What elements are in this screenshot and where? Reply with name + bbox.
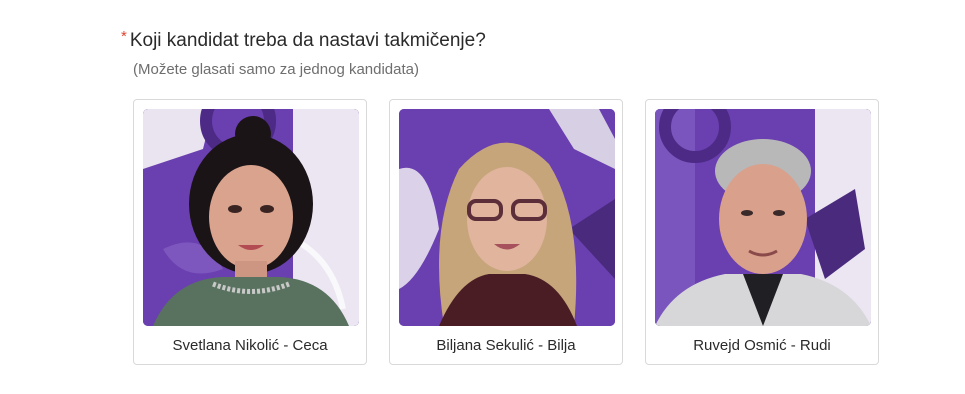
candidate-photo xyxy=(399,109,615,326)
candidate-option-ceca[interactable]: Svetlana Nikolić - Ceca xyxy=(133,99,367,365)
question-hint: (Možete glasati samo za jednog kandidata… xyxy=(133,61,419,78)
candidate-options: Svetlana Nikolić - Ceca Biljana Sekulić … xyxy=(133,99,879,365)
question-text: Koji kandidat treba da nastavi takmičenj… xyxy=(129,30,486,51)
candidate-option-rudi[interactable]: Ruvejd Osmić - Rudi xyxy=(645,99,879,365)
candidate-photo-image xyxy=(655,109,871,326)
question-row: * Koji kandidat treba da nastavi takmiče… xyxy=(121,28,486,54)
candidate-option-bilja[interactable]: Biljana Sekulić - Bilja xyxy=(389,99,623,365)
poll-question-block: * Koji kandidat treba da nastavi takmiče… xyxy=(0,0,965,394)
candidate-name: Ruvejd Osmić - Rudi xyxy=(693,337,831,354)
candidate-photo-image xyxy=(399,109,615,326)
candidate-name: Svetlana Nikolić - Ceca xyxy=(172,337,328,354)
required-marker: * xyxy=(121,28,127,45)
candidate-photo xyxy=(655,109,871,326)
candidate-name: Biljana Sekulić - Bilja xyxy=(436,337,576,354)
candidate-photo xyxy=(143,109,359,326)
candidate-photo-image xyxy=(143,109,359,326)
